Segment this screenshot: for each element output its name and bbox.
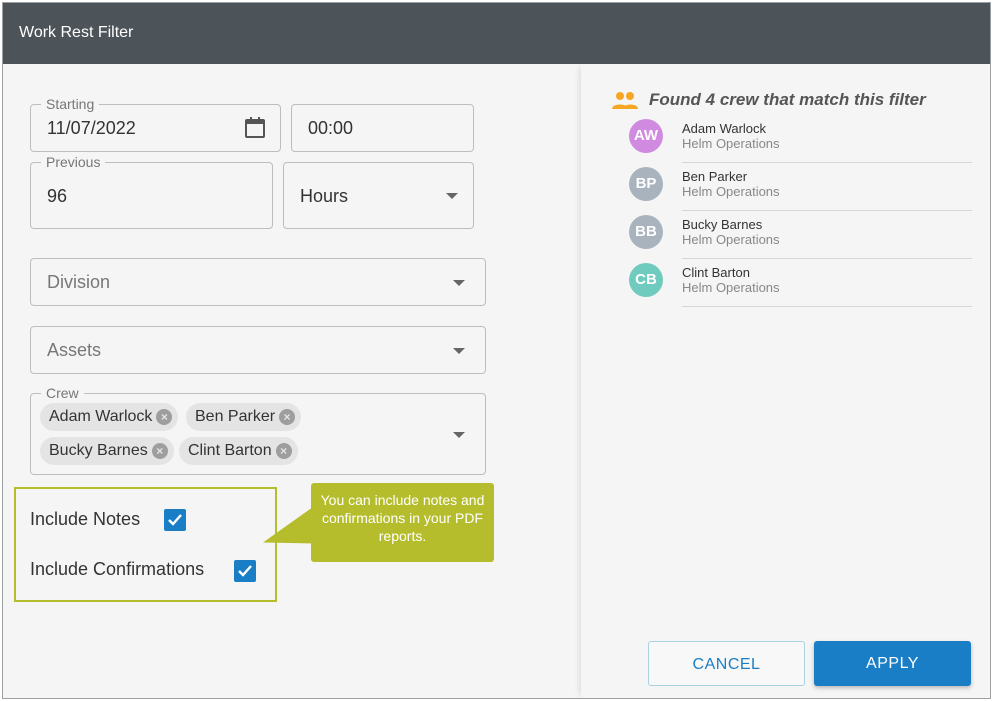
crew-chip[interactable]: Adam Warlock ×: [40, 403, 179, 431]
crew-chip[interactable]: Ben Parker ×: [186, 403, 302, 431]
starting-label: Starting: [41, 95, 100, 113]
people-icon: [612, 92, 638, 109]
starting-time-field[interactable]: 00:00: [291, 104, 474, 152]
include-notes-checkbox[interactable]: [164, 509, 186, 531]
assets-select[interactable]: Assets: [30, 326, 486, 374]
chevron-down-icon: [446, 193, 458, 199]
crew-chip[interactable]: Bucky Barnes ×: [40, 437, 174, 465]
cancel-button[interactable]: CANCEL: [648, 641, 805, 686]
divider: [682, 306, 972, 307]
crew-select[interactable]: Crew Adam Warlock × Ben Parker × Bucky Bar…: [30, 384, 486, 475]
chip-label: Clint Barton: [188, 442, 272, 459]
assets-placeholder: Assets: [47, 340, 102, 360]
checkmark-icon: [168, 514, 182, 526]
chevron-down-icon: [453, 280, 465, 286]
include-notes-label: Include Notes: [30, 509, 141, 529]
starting-time-value: 00:00: [308, 118, 354, 138]
crew-name: Adam Warlock: [682, 121, 767, 136]
division-placeholder: Division: [47, 272, 111, 292]
avatar: BB: [629, 215, 663, 249]
previous-label: Previous: [41, 153, 106, 171]
results-summary-text: Found 4 crew that match this filter: [649, 90, 926, 109]
checkmark-icon: [238, 565, 252, 577]
crew-name: Bucky Barnes: [682, 217, 763, 232]
list-item[interactable]: BB Bucky Barnes Helm Operations: [629, 215, 973, 263]
avatar: BP: [629, 167, 663, 201]
divider: [682, 210, 972, 211]
work-rest-filter-dialog: Work Rest Filter Starting 11/07/2022 00:…: [2, 2, 991, 699]
list-item[interactable]: CB Clint Barton Helm Operations: [629, 263, 973, 311]
include-confirmations-label: Include Confirmations: [30, 559, 205, 579]
chip-label: Adam Warlock: [49, 408, 153, 425]
crew-chip[interactable]: Clint Barton ×: [179, 437, 298, 465]
apply-button[interactable]: APPLY: [814, 641, 971, 686]
results-panel: Found 4 crew that match this filter AW A…: [581, 64, 990, 698]
filter-form-panel: Starting 11/07/2022 00:00 Previous 96 Ho…: [3, 64, 581, 698]
avatar: AW: [629, 119, 663, 153]
pdf-tip-callout: You can include notes and confirmations …: [311, 483, 494, 562]
avatar: CB: [629, 263, 663, 297]
include-confirmations-checkbox[interactable]: [234, 560, 256, 582]
divider: [682, 258, 972, 259]
previous-field[interactable]: Previous 96: [30, 153, 273, 229]
crew-role: Helm Operations: [682, 184, 780, 199]
remove-chip-icon[interactable]: ×: [156, 409, 173, 425]
dialog-title: Work Rest Filter: [19, 24, 134, 41]
crew-name: Clint Barton: [682, 265, 750, 280]
starting-date-field[interactable]: Starting 11/07/2022: [30, 95, 281, 152]
crew-name: Ben Parker: [682, 169, 748, 184]
previous-unit-value: Hours: [300, 186, 349, 206]
crew-label: Crew: [41, 384, 84, 402]
crew-role: Helm Operations: [682, 232, 780, 247]
chevron-down-icon: [453, 348, 465, 354]
divider: [682, 162, 972, 163]
list-item[interactable]: BP Ben Parker Helm Operations: [629, 167, 973, 215]
crew-role: Helm Operations: [682, 136, 780, 151]
chip-label: Ben Parker: [195, 408, 276, 425]
list-item[interactable]: AW Adam Warlock Helm Operations: [629, 119, 973, 167]
starting-date-value: 11/07/2022: [47, 118, 136, 138]
remove-chip-icon[interactable]: ×: [275, 443, 292, 459]
dialog-titlebar: Work Rest Filter: [3, 3, 990, 64]
pdf-options-highlight: Include Notes Include Confirmations: [14, 487, 277, 602]
calendar-icon[interactable]: [243, 116, 267, 140]
division-select[interactable]: Division: [30, 258, 486, 306]
remove-chip-icon[interactable]: ×: [151, 443, 168, 459]
previous-unit-select[interactable]: Hours: [283, 162, 474, 229]
previous-value: 96: [47, 186, 68, 206]
chip-label: Bucky Barnes: [49, 442, 148, 459]
remove-chip-icon[interactable]: ×: [279, 409, 296, 425]
crew-role: Helm Operations: [682, 280, 780, 295]
chevron-down-icon: [453, 432, 465, 438]
